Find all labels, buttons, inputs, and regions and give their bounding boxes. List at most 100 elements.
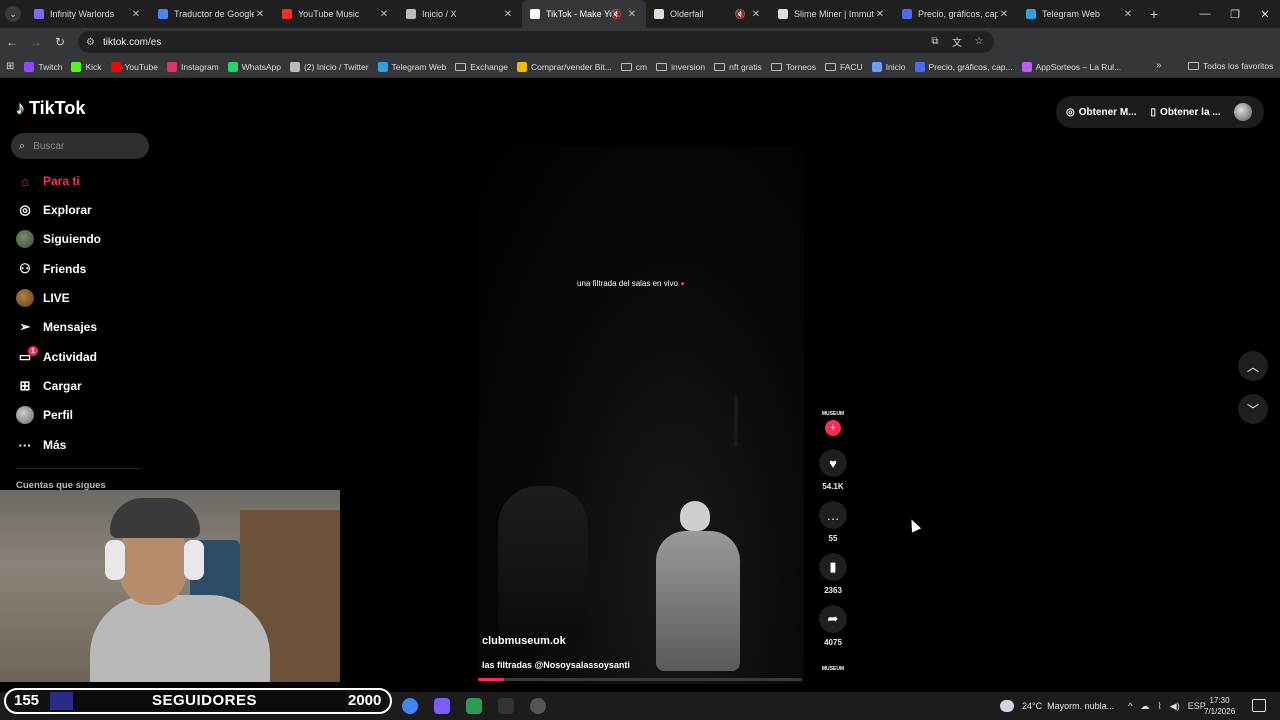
apps-grid-icon[interactable]: ⊞	[6, 61, 14, 72]
get-coins-button[interactable]: ◎ Obtener M...	[1066, 107, 1137, 118]
comment-button[interactable]: … 55	[819, 501, 847, 543]
nav-siguiendo[interactable]: Siguiendo	[16, 228, 101, 250]
save-button[interactable]: ▮ 2363	[819, 553, 847, 595]
share-button[interactable]: ➦ 4075	[819, 605, 847, 647]
follow-plus-button[interactable]: +	[825, 420, 841, 436]
bookmark-item[interactable]: AppSorteos – La Rul...	[1021, 61, 1121, 72]
video-player[interactable]	[478, 146, 804, 684]
bookmark-item[interactable]: Twitch	[24, 61, 62, 72]
close-window-icon[interactable]: ✕	[1250, 0, 1280, 28]
bookmark-item[interactable]: Inicio	[871, 61, 906, 72]
browser-tab[interactable]: YouTube Music ✕	[274, 0, 398, 28]
tab-close-icon[interactable]: ✕	[254, 9, 266, 20]
tiktok-logo[interactable]: ♪ TikTok	[16, 98, 85, 119]
bookmark-item[interactable]: FACU	[825, 62, 863, 72]
nav-mensajes[interactable]: ➢ Mensajes	[16, 316, 97, 338]
video-progress-bar[interactable]	[478, 678, 802, 681]
tab-close-icon[interactable]: ✕	[626, 9, 638, 20]
chrome-icon[interactable]	[402, 698, 418, 714]
browser-tab[interactable]: Slime Miner | Immuta ✕	[770, 0, 894, 28]
system-clock[interactable]: 17:30 7/1/2026	[1204, 695, 1235, 717]
get-app-button[interactable]: ▯ Obtener la ...	[1151, 107, 1221, 118]
bookmark-item[interactable]: WhatsApp	[227, 61, 281, 72]
volume-icon[interactable]: ◀)	[1170, 701, 1180, 712]
chevron-up-icon[interactable]: ^	[1128, 701, 1132, 711]
bookmark-item[interactable]: cm	[620, 62, 647, 72]
browser-tab[interactable]: Traductor de Google ✕	[150, 0, 274, 28]
bookmark-favicon-icon	[227, 61, 238, 72]
address-bar[interactable]: ⚙ tiktok.com/es	[78, 31, 994, 53]
nav-para-ti[interactable]: ⌂ Para ti	[16, 170, 80, 192]
like-button[interactable]: ♥ 54.1K	[819, 449, 847, 491]
discord-icon[interactable]	[434, 698, 450, 714]
nav-label: Perfil	[43, 408, 74, 422]
site-info-icon[interactable]: ⚙	[86, 37, 95, 48]
tab-close-icon[interactable]: ✕	[130, 9, 142, 20]
back-icon[interactable]: ←	[0, 30, 24, 54]
bookmark-item[interactable]: Telegram Web	[377, 61, 446, 72]
nav-actividad[interactable]: ▭ 1 Actividad	[16, 346, 97, 368]
all-bookmarks-folder[interactable]: Todos los favoritos	[1188, 61, 1273, 71]
bookmark-item[interactable]: Comprar/vender Bit...	[517, 61, 612, 72]
video-author[interactable]: clubmuseum.ok	[482, 635, 566, 647]
notification-icon[interactable]	[1252, 699, 1266, 712]
bookmark-item[interactable]: Torneos	[770, 62, 816, 72]
browser-tab[interactable]: Olderfall 🔇 ✕	[646, 0, 770, 28]
bookmark-item[interactable]: inversion	[656, 62, 705, 72]
bookmark-item[interactable]: Kick	[71, 61, 102, 72]
nav-live[interactable]: LIVE	[16, 287, 70, 309]
browser-tab[interactable]: Precio, gráficos, capi ✕	[894, 0, 1018, 28]
nav-label: Mensajes	[43, 320, 98, 334]
next-video-button[interactable]: ﹀	[1238, 394, 1268, 424]
chevron-down-icon: ⌄	[5, 6, 21, 22]
bookmark-label: Precio, gráficos, cap...	[928, 61, 1013, 72]
weather-temp[interactable]: 24°C	[1022, 701, 1042, 711]
nav-mas[interactable]: ··· Más	[16, 434, 67, 456]
network-icon[interactable]: ☁	[1140, 701, 1149, 712]
search-input[interactable]: ⌕ Buscar	[11, 133, 149, 159]
bookmark-item[interactable]: YouTube	[110, 61, 158, 72]
install-app-icon[interactable]: ⧉	[928, 34, 942, 48]
music-disc[interactable]: MUSEUM	[822, 661, 844, 677]
tab-close-icon[interactable]: ✕	[502, 9, 514, 20]
bookmark-item[interactable]: Exchange	[455, 62, 508, 72]
app-icon[interactable]	[530, 698, 546, 714]
video-description[interactable]: las filtradas @Nosoysalassoysanti	[482, 660, 630, 670]
bookmark-star-icon[interactable]: ☆	[972, 34, 986, 48]
more-bookmarks-icon[interactable]: »	[1156, 60, 1162, 71]
bookmark-item[interactable]: (2) Inicio / Twitter	[289, 61, 369, 72]
user-avatar[interactable]	[1234, 103, 1252, 121]
previous-video-button[interactable]: ︿	[1238, 351, 1268, 381]
nav-perfil[interactable]: Perfil	[16, 404, 73, 426]
tab-close-icon[interactable]: ✕	[998, 9, 1010, 20]
tab-close-icon[interactable]: ✕	[874, 9, 886, 20]
tab-mute-icon[interactable]: 🔇	[611, 9, 622, 20]
tab-close-icon[interactable]: ✕	[378, 9, 390, 20]
reload-icon[interactable]: ↻	[48, 30, 72, 54]
tab-mute-icon[interactable]: 🔇	[735, 9, 746, 20]
nav-friends[interactable]: ⚇ Friends	[16, 258, 86, 280]
new-tab-button[interactable]: +	[1142, 6, 1166, 22]
app-icon[interactable]	[466, 698, 482, 714]
maximize-icon[interactable]: ❐	[1220, 0, 1250, 28]
bookmark-item[interactable]: Precio, gráficos, cap...	[914, 61, 1013, 72]
nav-explorar[interactable]: ◎ Explorar	[16, 199, 91, 221]
minimize-icon[interactable]: —	[1190, 0, 1220, 28]
bookmark-item[interactable]: Instagram	[166, 61, 219, 72]
translate-icon[interactable]: 文	[950, 34, 964, 49]
browser-tab[interactable]: Telegram Web ✕	[1018, 0, 1142, 28]
epic-games-icon[interactable]	[498, 698, 514, 714]
tab-search-button[interactable]: ⌄	[0, 0, 26, 28]
wifi-icon[interactable]: ⌇	[1157, 701, 1161, 712]
comment-count: 55	[828, 534, 838, 543]
tab-close-icon[interactable]: ✕	[1122, 9, 1134, 20]
forward-icon[interactable]: →	[24, 30, 48, 54]
nav-cargar[interactable]: ⊞ Cargar	[16, 375, 82, 397]
browser-tab[interactable]: Infinity Warlords ✕	[26, 0, 150, 28]
tab-favicon-icon	[778, 9, 788, 19]
weather-text[interactable]: Mayorm. nubla...	[1047, 701, 1114, 711]
browser-tab[interactable]: Inicio / X ✕	[398, 0, 522, 28]
tab-close-icon[interactable]: ✕	[750, 9, 762, 20]
bookmark-item[interactable]: nft gratis	[714, 62, 762, 72]
browser-tab[interactable]: TikTok - Make Yo 🔇 ✕	[522, 0, 646, 28]
